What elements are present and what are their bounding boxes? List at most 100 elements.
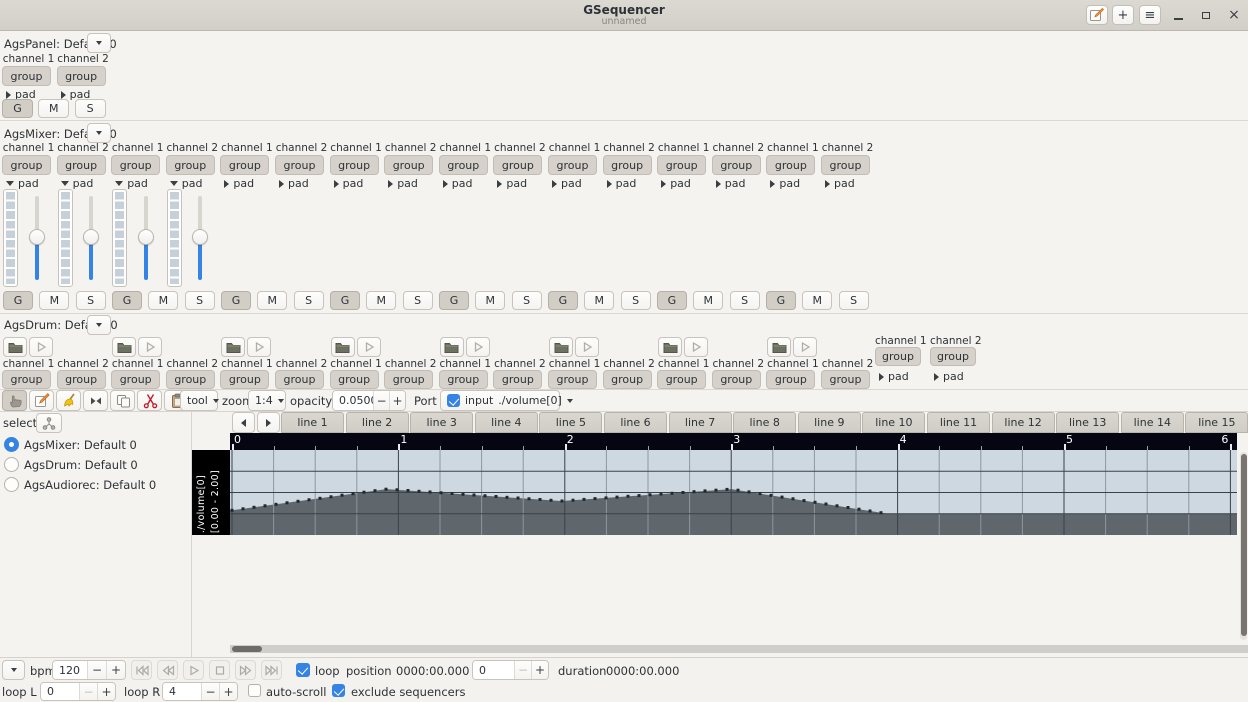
open-pattern-button[interactable] <box>221 337 246 357</box>
loop-right-value[interactable]: 4 <box>163 683 201 700</box>
minimize-button[interactable] <box>1168 6 1188 24</box>
gms-g-button[interactable]: G <box>547 291 578 310</box>
gms-s-button[interactable]: S <box>75 291 106 310</box>
menu-button[interactable]: ≡ <box>1139 5 1161 25</box>
group-button[interactable]: group <box>711 155 761 175</box>
pad-expander[interactable]: pad <box>388 177 418 190</box>
loop-right-increment-button[interactable]: + <box>219 683 237 700</box>
machine-menu-button[interactable] <box>87 123 111 143</box>
gms-m-button[interactable]: M <box>802 291 833 310</box>
tab-line-14[interactable]: line 14 <box>1120 412 1184 433</box>
group-button[interactable]: group <box>821 155 870 175</box>
group-button[interactable]: group <box>2 155 51 175</box>
run-pattern-button[interactable] <box>138 337 163 357</box>
selector-option[interactable]: AgsDrum: Default 0 <box>0 456 190 474</box>
group-button[interactable]: group <box>275 370 324 389</box>
skip-start-button[interactable] <box>131 660 152 680</box>
loop-left-decrement-button[interactable]: − <box>79 683 97 700</box>
position-increment-button[interactable]: + <box>531 661 548 679</box>
bpm-increment-button[interactable]: + <box>106 661 125 679</box>
group-button[interactable]: group <box>329 370 379 389</box>
tab-line-12[interactable]: line 12 <box>991 412 1055 433</box>
group-button[interactable]: group <box>493 370 543 389</box>
tab-line-15[interactable]: line 15 <box>1185 412 1248 433</box>
tab-scroll-left-button[interactable] <box>232 412 255 433</box>
machine-menu-button[interactable] <box>87 33 111 53</box>
group-button[interactable]: group <box>56 370 106 389</box>
open-pattern-button[interactable] <box>330 337 355 357</box>
loop-left-value[interactable]: 0 <box>41 683 79 700</box>
run-pattern-button[interactable] <box>356 337 381 357</box>
group-button[interactable]: group <box>384 370 434 389</box>
slider-handle[interactable] <box>137 229 154 245</box>
gms-m-button[interactable]: M <box>257 291 288 310</box>
group-button[interactable]: group <box>56 155 106 175</box>
gms-s-button[interactable]: S <box>184 291 215 310</box>
tab-line-11[interactable]: line 11 <box>927 412 990 433</box>
gms-m-button[interactable]: M <box>584 291 615 310</box>
run-pattern-button[interactable] <box>793 337 818 357</box>
slider-handle[interactable] <box>83 229 100 245</box>
group-button[interactable]: group <box>657 370 707 389</box>
pad-expander[interactable]: pad <box>497 177 527 190</box>
pad-expander[interactable]: pad <box>825 177 855 190</box>
vertical-scrollbar[interactable] <box>1240 452 1247 640</box>
run-pattern-button[interactable] <box>465 337 490 357</box>
radio-unselected-icon[interactable] <box>4 477 19 492</box>
pad-expander[interactable]: pad <box>879 370 909 383</box>
horizontal-scrollbar-thumb[interactable] <box>232 646 262 652</box>
tab-line-2[interactable]: line 2 <box>345 412 409 433</box>
radio-selected-icon[interactable] <box>4 437 19 452</box>
volume-slider[interactable] <box>135 189 156 287</box>
group-button[interactable]: group <box>766 155 816 175</box>
machine-menu-button[interactable] <box>87 315 111 335</box>
opacity-value[interactable]: 0.0500 <box>333 391 378 410</box>
group-button[interactable]: group <box>548 155 597 175</box>
group-button[interactable]: group <box>165 370 215 389</box>
radio-unselected-icon[interactable] <box>4 457 19 472</box>
tab-line-6[interactable]: line 6 <box>604 412 667 433</box>
open-pattern-button[interactable] <box>439 337 464 357</box>
tab-line-1[interactable]: line 1 <box>281 412 344 433</box>
open-pattern-button[interactable] <box>549 337 573 357</box>
gms-g-button[interactable]: G <box>3 291 33 310</box>
pad-expander[interactable]: pad <box>661 177 691 190</box>
pad-expander[interactable]: pad <box>279 177 309 190</box>
position-spin-value[interactable]: 0 <box>473 661 514 679</box>
group-button[interactable]: group <box>657 155 707 175</box>
open-pattern-button[interactable] <box>767 337 792 357</box>
timeline-ruler[interactable]: 0 1 2 3 4 5 6 <box>230 433 1237 450</box>
exclude-sequencers-checkbox[interactable] <box>332 684 345 697</box>
horizontal-scrollbar[interactable] <box>230 645 1248 653</box>
gms-m-button[interactable]: M <box>366 291 397 310</box>
loop-left-increment-button[interactable]: + <box>97 683 115 700</box>
port-select[interactable]: input ./volume[0] <box>440 390 573 411</box>
gms-g-button[interactable]: G <box>438 291 469 310</box>
gms-m-button[interactable]: M <box>39 291 70 310</box>
gms-g-button[interactable]: G <box>2 99 33 118</box>
stop-button[interactable] <box>209 660 230 680</box>
group-button[interactable]: group <box>493 155 543 175</box>
tab-line-5[interactable]: line 5 <box>539 412 603 433</box>
group-button[interactable]: group <box>602 155 652 175</box>
slider-handle[interactable] <box>28 229 45 245</box>
bpm-decrement-button[interactable]: − <box>87 661 106 679</box>
volume-slider[interactable] <box>190 189 211 287</box>
close-button[interactable]: × <box>1224 6 1244 24</box>
play-button[interactable] <box>183 660 204 680</box>
volume-slider[interactable] <box>26 189 47 287</box>
pad-expander[interactable]: pad <box>770 177 800 190</box>
gms-g-button[interactable]: G <box>220 291 251 310</box>
gms-s-button[interactable]: S <box>511 291 542 310</box>
skip-end-button[interactable] <box>261 660 282 680</box>
pad-expander[interactable]: pad <box>552 177 582 190</box>
gms-m-button[interactable]: M <box>475 291 506 310</box>
copy-button[interactable] <box>110 390 135 411</box>
position-decrement-button[interactable]: − <box>514 661 531 679</box>
group-button[interactable]: group <box>275 155 324 175</box>
gms-m-button[interactable]: M <box>693 291 724 310</box>
run-pattern-button[interactable] <box>247 337 272 357</box>
gms-s-button[interactable]: S <box>729 291 760 310</box>
port-input-checkbox[interactable] <box>447 394 460 407</box>
cut-button[interactable] <box>137 390 162 411</box>
